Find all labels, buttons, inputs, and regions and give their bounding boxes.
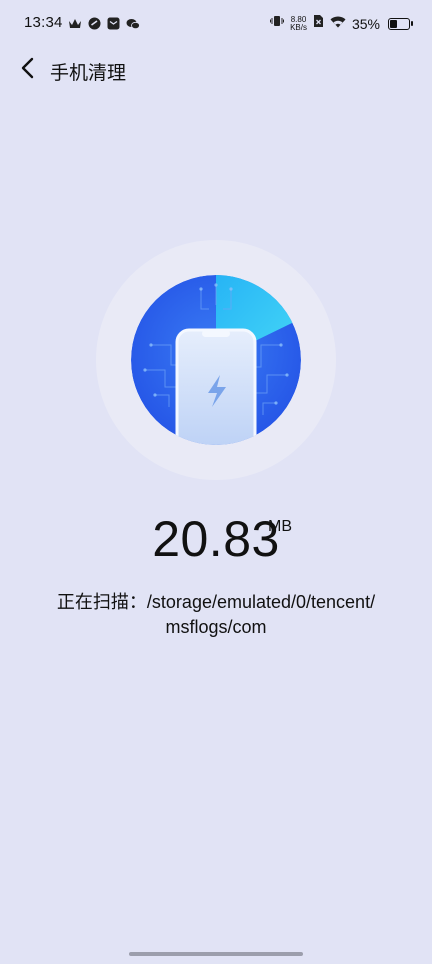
status-time: 13:34 xyxy=(24,14,63,31)
status-bar: 13:34 8.80 KB/s 35% xyxy=(0,0,432,50)
mail-icon xyxy=(107,17,120,30)
battery-icon xyxy=(388,17,413,30)
scan-size-unit: MB xyxy=(268,518,292,535)
battery-fill xyxy=(390,19,397,28)
wifi-icon xyxy=(330,15,346,33)
scan-size: 20.83 MB xyxy=(0,510,432,568)
phone-bolt-icon xyxy=(131,275,301,445)
chevron-left-icon xyxy=(21,57,35,84)
status-right-group: 8.80 KB/s 35% xyxy=(270,14,413,33)
header: 手机清理 xyxy=(0,50,432,90)
vibrate-icon xyxy=(270,14,285,33)
scan-path-text: 正在扫描：/storage/emulated/0/tencent/ msflog… xyxy=(0,590,432,640)
crown-icon xyxy=(68,18,82,29)
network-speed: 8.80 KB/s xyxy=(290,15,307,32)
scan-size-value: 20.83 xyxy=(152,511,280,567)
link-icon xyxy=(88,17,101,30)
scan-path-line-2: msflogs/com xyxy=(165,617,267,637)
home-indicator[interactable] xyxy=(129,952,303,956)
network-speed-unit: KB/s xyxy=(290,22,307,32)
scan-graphic xyxy=(131,275,301,445)
back-button[interactable] xyxy=(14,56,42,84)
no-sim-icon xyxy=(313,14,324,33)
wechat-icon xyxy=(126,18,140,30)
battery-percent: 35% xyxy=(351,15,380,32)
status-left-icons xyxy=(68,17,140,30)
page-title: 手机清理 xyxy=(50,63,127,84)
scan-path-line-1: 正在扫描：/storage/emulated/0/tencent/ xyxy=(56,592,376,612)
